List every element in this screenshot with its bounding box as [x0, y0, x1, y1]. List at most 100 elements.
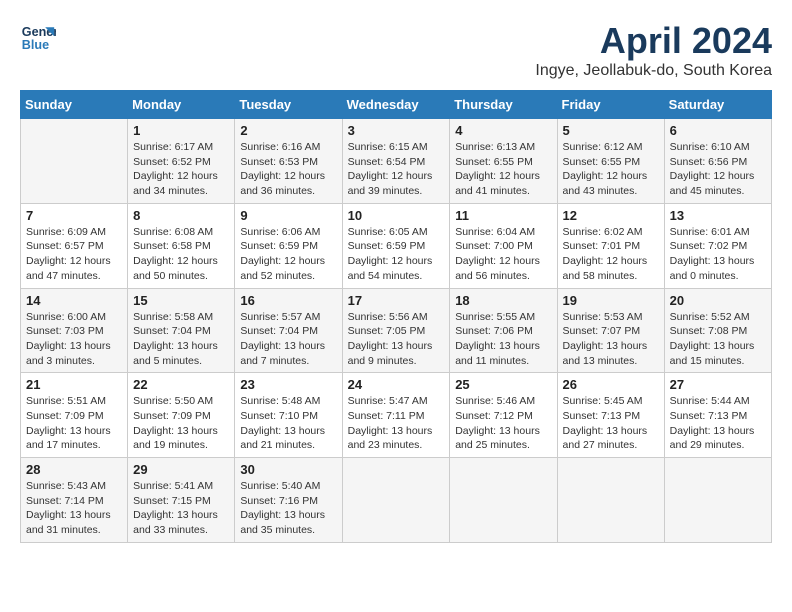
day-number: 9 — [240, 208, 336, 223]
day-info: Sunrise: 6:16 AM Sunset: 6:53 PM Dayligh… — [240, 140, 336, 199]
day-info: Sunrise: 6:06 AM Sunset: 6:59 PM Dayligh… — [240, 225, 336, 284]
calendar-cell: 10 Sunrise: 6:05 AM Sunset: 6:59 PM Dayli… — [342, 203, 450, 288]
day-number: 20 — [670, 293, 766, 308]
day-info: Sunrise: 5:47 AM Sunset: 7:11 PM Dayligh… — [348, 394, 445, 453]
title-section: April 2024 Ingye, Jeollabuk-do, South Ko… — [535, 20, 772, 80]
day-info: Sunrise: 5:44 AM Sunset: 7:13 PM Dayligh… — [670, 394, 766, 453]
day-info: Sunrise: 6:13 AM Sunset: 6:55 PM Dayligh… — [455, 140, 551, 199]
day-number: 29 — [133, 462, 229, 477]
day-info: Sunrise: 5:51 AM Sunset: 7:09 PM Dayligh… — [26, 394, 122, 453]
calendar-cell: 15 Sunrise: 5:58 AM Sunset: 7:04 PM Dayli… — [128, 288, 235, 373]
day-info: Sunrise: 6:00 AM Sunset: 7:03 PM Dayligh… — [26, 310, 122, 369]
day-number: 30 — [240, 462, 336, 477]
day-number: 17 — [348, 293, 445, 308]
day-info: Sunrise: 5:57 AM Sunset: 7:04 PM Dayligh… — [240, 310, 336, 369]
subtitle: Ingye, Jeollabuk-do, South Korea — [535, 62, 772, 80]
calendar-cell: 4Sunrise: 6:13 AM Sunset: 6:55 PM Daylig… — [450, 119, 557, 204]
weekday-header-monday: Monday — [128, 91, 235, 119]
calendar-cell: 21 Sunrise: 5:51 AM Sunset: 7:09 PM Dayli… — [21, 373, 128, 458]
day-number: 10 — [348, 208, 445, 223]
day-info: Sunrise: 6:01 AM Sunset: 7:02 PM Dayligh… — [670, 225, 766, 284]
day-number: 6 — [670, 123, 766, 138]
calendar-cell: 19 Sunrise: 5:53 AM Sunset: 7:07 PM Dayli… — [557, 288, 664, 373]
logo: General Blue — [20, 20, 56, 56]
day-info: Sunrise: 5:50 AM Sunset: 7:09 PM Dayligh… — [133, 394, 229, 453]
day-number: 3 — [348, 123, 445, 138]
calendar-cell: 17 Sunrise: 5:56 AM Sunset: 7:05 PM Dayli… — [342, 288, 450, 373]
day-info: Sunrise: 6:15 AM Sunset: 6:54 PM Dayligh… — [348, 140, 445, 199]
day-info: Sunrise: 5:55 AM Sunset: 7:06 PM Dayligh… — [455, 310, 551, 369]
weekday-header-sunday: Sunday — [21, 91, 128, 119]
calendar-cell: 13 Sunrise: 6:01 AM Sunset: 7:02 PM Dayli… — [664, 203, 771, 288]
day-number: 16 — [240, 293, 336, 308]
day-info: Sunrise: 5:40 AM Sunset: 7:16 PM Dayligh… — [240, 479, 336, 538]
day-number: 27 — [670, 377, 766, 392]
day-info: Sunrise: 5:52 AM Sunset: 7:08 PM Dayligh… — [670, 310, 766, 369]
day-info: Sunrise: 6:17 AM Sunset: 6:52 PM Dayligh… — [133, 140, 229, 199]
day-number: 28 — [26, 462, 122, 477]
weekday-header-wednesday: Wednesday — [342, 91, 450, 119]
day-number: 8 — [133, 208, 229, 223]
calendar-cell: 22 Sunrise: 5:50 AM Sunset: 7:09 PM Dayli… — [128, 373, 235, 458]
day-info: Sunrise: 6:09 AM Sunset: 6:57 PM Dayligh… — [26, 225, 122, 284]
day-number: 21 — [26, 377, 122, 392]
calendar-cell: 12 Sunrise: 6:02 AM Sunset: 7:01 PM Dayli… — [557, 203, 664, 288]
weekday-header-saturday: Saturday — [664, 91, 771, 119]
day-number: 18 — [455, 293, 551, 308]
day-number: 1 — [133, 123, 229, 138]
calendar-cell: 18 Sunrise: 5:55 AM Sunset: 7:06 PM Dayli… — [450, 288, 557, 373]
day-info: Sunrise: 6:12 AM Sunset: 6:55 PM Dayligh… — [563, 140, 659, 199]
calendar-cell: 24 Sunrise: 5:47 AM Sunset: 7:11 PM Dayli… — [342, 373, 450, 458]
day-info: Sunrise: 5:45 AM Sunset: 7:13 PM Dayligh… — [563, 394, 659, 453]
calendar-cell: 6 Sunrise: 6:10 AM Sunset: 6:56 PM Daylig… — [664, 119, 771, 204]
day-number: 11 — [455, 208, 551, 223]
calendar-cell: 30 Sunrise: 5:40 AM Sunset: 7:16 PM Dayli… — [235, 458, 342, 543]
calendar-cell: 11 Sunrise: 6:04 AM Sunset: 7:00 PM Dayli… — [450, 203, 557, 288]
calendar-cell: 25 Sunrise: 5:46 AM Sunset: 7:12 PM Dayli… — [450, 373, 557, 458]
day-info: Sunrise: 5:58 AM Sunset: 7:04 PM Dayligh… — [133, 310, 229, 369]
calendar-cell — [557, 458, 664, 543]
day-number: 12 — [563, 208, 659, 223]
calendar-cell: 23 Sunrise: 5:48 AM Sunset: 7:10 PM Dayli… — [235, 373, 342, 458]
svg-text:Blue: Blue — [22, 38, 49, 52]
calendar-cell — [450, 458, 557, 543]
day-number: 23 — [240, 377, 336, 392]
day-number: 19 — [563, 293, 659, 308]
weekday-header-friday: Friday — [557, 91, 664, 119]
weekday-header-thursday: Thursday — [450, 91, 557, 119]
day-number: 15 — [133, 293, 229, 308]
day-number: 22 — [133, 377, 229, 392]
day-number: 25 — [455, 377, 551, 392]
calendar-cell: 20 Sunrise: 5:52 AM Sunset: 7:08 PM Dayli… — [664, 288, 771, 373]
day-info: Sunrise: 5:48 AM Sunset: 7:10 PM Dayligh… — [240, 394, 336, 453]
day-info: Sunrise: 5:46 AM Sunset: 7:12 PM Dayligh… — [455, 394, 551, 453]
day-number: 2 — [240, 123, 336, 138]
calendar-cell — [664, 458, 771, 543]
main-title: April 2024 — [535, 20, 772, 62]
day-info: Sunrise: 6:08 AM Sunset: 6:58 PM Dayligh… — [133, 225, 229, 284]
calendar-cell: 28 Sunrise: 5:43 AM Sunset: 7:14 PM Dayli… — [21, 458, 128, 543]
day-number: 7 — [26, 208, 122, 223]
calendar-cell: 3 Sunrise: 6:15 AM Sunset: 6:54 PM Daylig… — [342, 119, 450, 204]
day-info: Sunrise: 6:04 AM Sunset: 7:00 PM Dayligh… — [455, 225, 551, 284]
calendar-cell: 16 Sunrise: 5:57 AM Sunset: 7:04 PM Dayli… — [235, 288, 342, 373]
calendar-cell: 2 Sunrise: 6:16 AM Sunset: 6:53 PM Daylig… — [235, 119, 342, 204]
calendar-cell: 1 Sunrise: 6:17 AM Sunset: 6:52 PM Daylig… — [128, 119, 235, 204]
day-number: 24 — [348, 377, 445, 392]
calendar-table: SundayMondayTuesdayWednesdayThursdayFrid… — [20, 90, 772, 543]
calendar-cell: 14 Sunrise: 6:00 AM Sunset: 7:03 PM Dayli… — [21, 288, 128, 373]
calendar-cell: 7 Sunrise: 6:09 AM Sunset: 6:57 PM Daylig… — [21, 203, 128, 288]
day-info: Sunrise: 6:10 AM Sunset: 6:56 PM Dayligh… — [670, 140, 766, 199]
day-number: 13 — [670, 208, 766, 223]
calendar-cell: 9 Sunrise: 6:06 AM Sunset: 6:59 PM Daylig… — [235, 203, 342, 288]
day-info: Sunrise: 6:02 AM Sunset: 7:01 PM Dayligh… — [563, 225, 659, 284]
calendar-cell — [21, 119, 128, 204]
header: General Blue April 2024 Ingye, Jeollabuk… — [20, 20, 772, 80]
logo-icon: General Blue — [20, 20, 56, 56]
day-info: Sunrise: 5:56 AM Sunset: 7:05 PM Dayligh… — [348, 310, 445, 369]
day-number: 14 — [26, 293, 122, 308]
day-info: Sunrise: 5:53 AM Sunset: 7:07 PM Dayligh… — [563, 310, 659, 369]
day-number: 26 — [563, 377, 659, 392]
day-info: Sunrise: 5:43 AM Sunset: 7:14 PM Dayligh… — [26, 479, 122, 538]
day-info: Sunrise: 6:05 AM Sunset: 6:59 PM Dayligh… — [348, 225, 445, 284]
